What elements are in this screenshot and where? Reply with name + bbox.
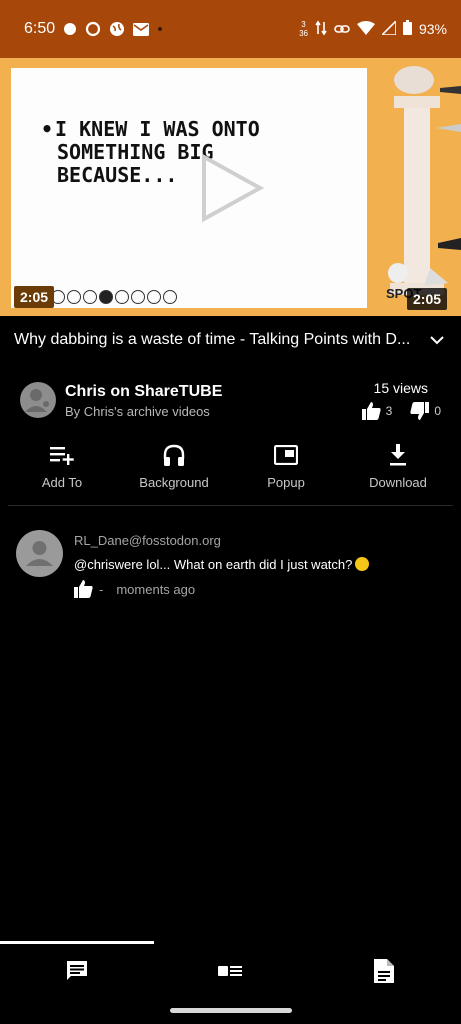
bottom-tabs (0, 944, 461, 996)
download-label: Download (369, 475, 427, 490)
popup-button[interactable]: Popup (261, 442, 311, 490)
mail-icon (133, 22, 150, 36)
ring-app-icon (85, 21, 101, 37)
person-icon (26, 541, 53, 566)
duration-badge: 2:05 (14, 286, 55, 308)
channel-subtitle: By Chris's archive videos (65, 404, 210, 419)
dot-icon (157, 26, 163, 32)
video-title[interactable]: Why dabbing is a waste of time - Talking… (14, 331, 423, 349)
playlist-add-icon (49, 442, 75, 468)
download-icon (385, 442, 411, 468)
wifi-icon (356, 20, 375, 38)
gesture-home-bar[interactable] (170, 1008, 292, 1013)
link-icon (334, 21, 350, 37)
tab-related[interactable] (215, 956, 245, 986)
battery-percent: 93% (418, 21, 447, 37)
duration-badge: 2:05 (407, 288, 448, 310)
net-bottom: 36 (299, 29, 308, 38)
grinning-emoji-icon (355, 557, 370, 571)
add-to-label: Add To (41, 475, 83, 490)
globe-icon (109, 21, 125, 37)
social-circle-icon (147, 290, 161, 304)
channel-avatar[interactable] (20, 382, 56, 418)
video-player[interactable]: I KNEW I WAS ONTO SOMETHING BIG BECAUSE.… (0, 58, 461, 316)
comment-author[interactable]: RL_Dane@fosstodon.org (74, 533, 221, 548)
comment-text-row: @chriswere lol... What on earth did I ju… (74, 557, 370, 572)
pillar-artwork (388, 66, 461, 295)
chevron-down-icon[interactable] (427, 330, 447, 350)
comment-time: moments ago (116, 581, 196, 597)
popup-label: Popup (267, 475, 305, 490)
status-time: 6:50 (24, 20, 56, 37)
tab-comments[interactable] (62, 956, 92, 986)
background-button[interactable]: Background (134, 442, 214, 490)
tab-description[interactable] (369, 956, 399, 986)
comment-text: @chriswere lol... What on earth did I ju… (74, 557, 353, 572)
social-circle-icon (131, 290, 145, 304)
comment-meta: - moments ago (74, 580, 195, 598)
social-circle-icon (163, 290, 177, 304)
person-icon (25, 389, 49, 412)
like-count: 3 (385, 404, 393, 418)
picture-in-picture-icon (273, 442, 299, 468)
background-label: Background (139, 475, 209, 490)
related-items-icon (218, 966, 242, 976)
thumbs-up-icon[interactable] (74, 580, 93, 598)
social-circle-icon (99, 290, 113, 304)
comment-avatar[interactable] (16, 530, 63, 577)
add-to-button[interactable]: Add To (36, 442, 88, 490)
title-row[interactable]: Why dabbing is a waste of time - Talking… (14, 330, 447, 350)
like-dislike-group: 3 0 (361, 402, 441, 420)
actions-row: Add To Background Popup Download (0, 442, 461, 494)
notification-bubble-icon (63, 22, 77, 36)
slide-line: I KNEW I WAS ONTO (41, 118, 260, 141)
signal-icon (380, 18, 397, 38)
document-icon (374, 959, 394, 983)
channel-name[interactable]: Chris on ShareTUBE (65, 383, 222, 401)
status-right: 3 36 93% (299, 18, 447, 39)
video-thumbnail-slide: I KNEW I WAS ONTO SOMETHING BIG BECAUSE.… (11, 68, 367, 308)
network-speed: 3 36 (299, 20, 308, 38)
data-arrows-icon (315, 20, 327, 39)
slide-social-icons (51, 290, 177, 304)
battery-icon (402, 20, 412, 38)
social-circle-icon (67, 290, 81, 304)
thumbs-down-icon[interactable] (410, 402, 430, 420)
dislike-count: 0 (434, 404, 441, 418)
play-icon[interactable] (200, 153, 264, 223)
divider (8, 505, 453, 506)
social-circle-icon (115, 290, 129, 304)
net-top: 3 (301, 20, 306, 29)
channel-row: Chris on ShareTUBE By Chris's archive vi… (20, 380, 445, 422)
download-button[interactable]: Download (363, 442, 433, 490)
social-circle-icon (83, 290, 97, 304)
thumbs-up-icon[interactable] (361, 402, 381, 420)
comment-like-count: - (99, 581, 104, 597)
headphones-icon (161, 442, 187, 468)
status-bar: 6:50 3 36 93% (0, 0, 461, 58)
view-count: 15 views (373, 380, 428, 396)
comment-icon (67, 961, 87, 980)
